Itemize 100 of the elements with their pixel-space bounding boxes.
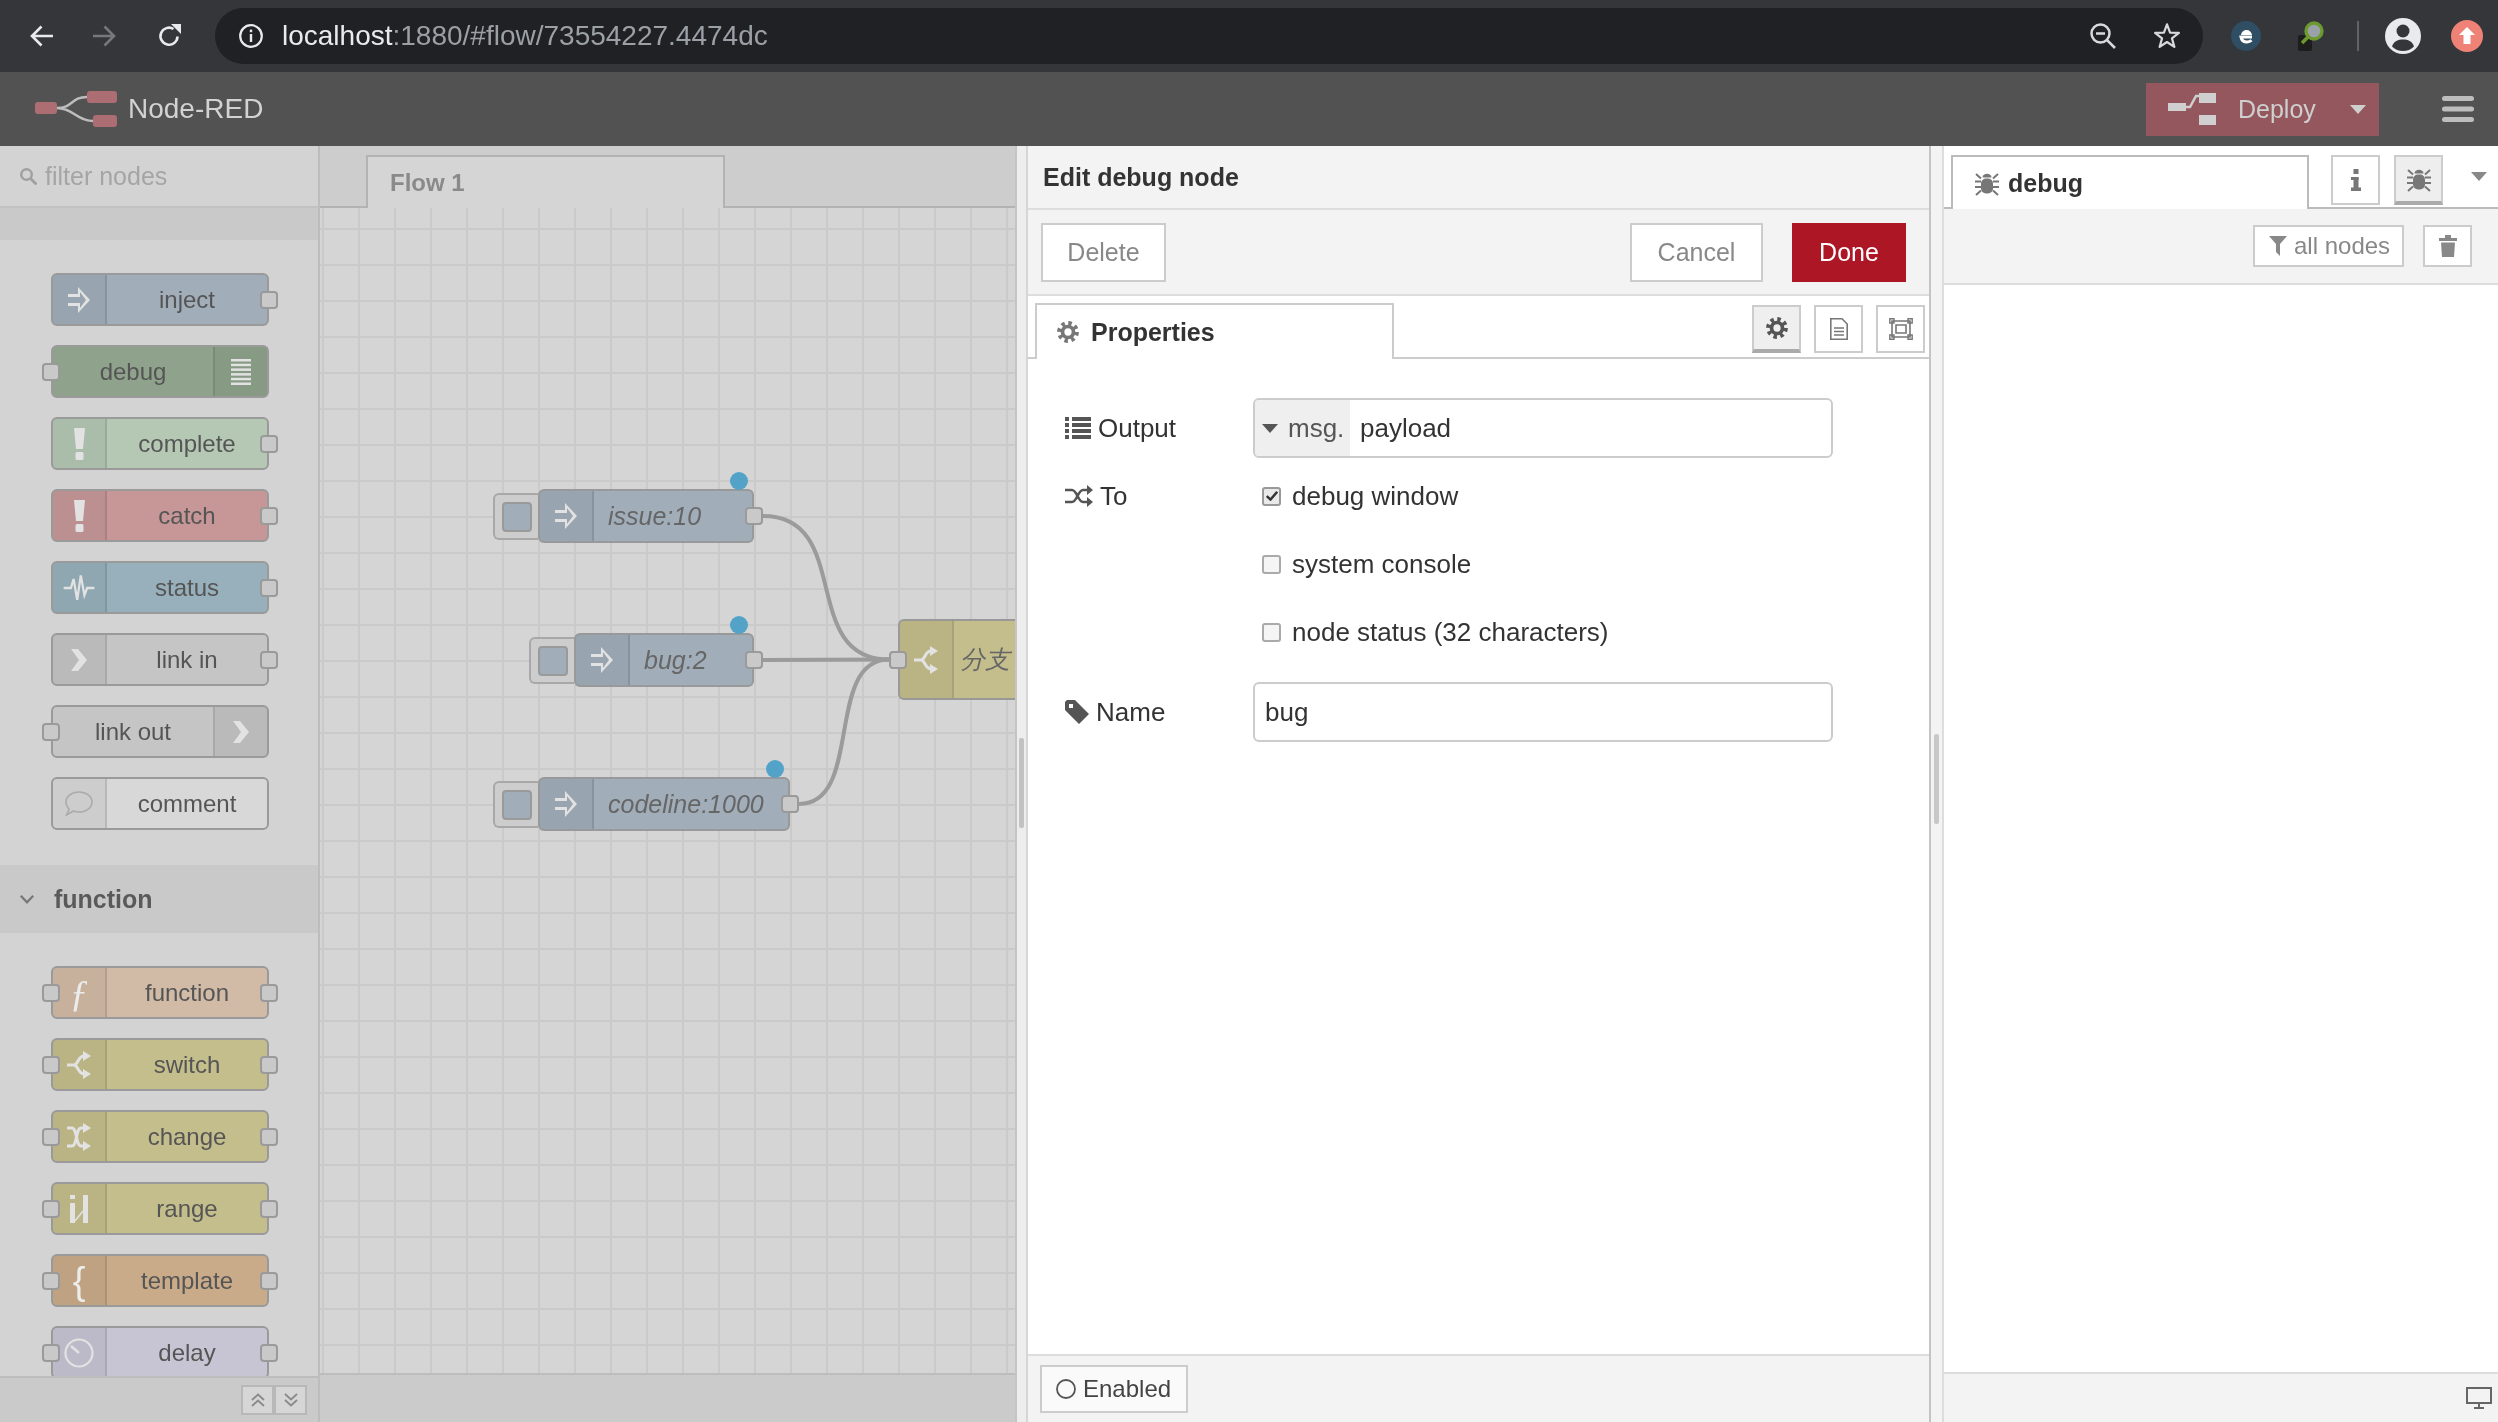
flow-node[interactable]: issue:10 bbox=[538, 489, 754, 543]
filter-icon bbox=[2269, 236, 2287, 256]
output-port[interactable] bbox=[260, 290, 278, 309]
input-port[interactable] bbox=[42, 1343, 60, 1362]
star-icon[interactable] bbox=[2154, 23, 2180, 49]
check-icon bbox=[1265, 491, 1278, 501]
checkbox[interactable] bbox=[1262, 554, 1281, 574]
app-title: Node-RED bbox=[128, 93, 264, 125]
sidebar-tab[interactable]: debug bbox=[1951, 155, 2309, 209]
menu-icon[interactable] bbox=[2442, 96, 2474, 122]
checkbox-label[interactable]: debug window bbox=[1292, 480, 1459, 512]
output-port[interactable] bbox=[260, 650, 278, 669]
palette-node[interactable]: range bbox=[51, 1182, 269, 1235]
checkbox-label[interactable]: system console bbox=[1292, 548, 1472, 580]
icon-tab[interactable] bbox=[1814, 305, 1863, 353]
icon-tab[interactable] bbox=[1876, 305, 1925, 353]
checkbox[interactable] bbox=[1262, 486, 1281, 506]
input-port[interactable] bbox=[42, 1127, 60, 1146]
input-port[interactable] bbox=[42, 1055, 60, 1074]
info-icon[interactable] bbox=[239, 24, 263, 48]
palette-node[interactable]: complete bbox=[51, 417, 269, 470]
splitter[interactable] bbox=[1015, 146, 1028, 1422]
input-port[interactable] bbox=[889, 650, 907, 669]
editor-tab[interactable]: Properties bbox=[1035, 303, 1394, 359]
up-arrow-circle-icon[interactable] bbox=[2451, 20, 2483, 52]
output-port[interactable] bbox=[260, 983, 278, 1002]
palette-node[interactable]: inject bbox=[51, 273, 269, 326]
frame-icon bbox=[1888, 318, 1913, 340]
input-port[interactable] bbox=[42, 362, 60, 381]
caret-icon[interactable] bbox=[2471, 172, 2487, 181]
reload-icon[interactable] bbox=[157, 24, 181, 48]
magnifier-icon[interactable] bbox=[2298, 21, 2324, 51]
typed-input-field[interactable]: msg. payload bbox=[1253, 398, 1833, 458]
output-port[interactable] bbox=[781, 795, 799, 813]
category-header[interactable]: function bbox=[0, 865, 318, 933]
inject-button[interactable] bbox=[493, 493, 538, 540]
monitor-icon[interactable] bbox=[2466, 1387, 2492, 1409]
output-port[interactable] bbox=[745, 507, 763, 525]
checkbox[interactable] bbox=[1262, 622, 1281, 642]
type-selector[interactable]: msg. bbox=[1255, 400, 1350, 456]
output-port[interactable] bbox=[260, 1127, 278, 1146]
arrow-icon bbox=[591, 647, 613, 673]
cancel-button[interactable]: Cancel bbox=[1630, 222, 1763, 282]
checkbox-label[interactable]: node status (32 characters) bbox=[1292, 616, 1609, 648]
flow-node[interactable]: codeline:1000 bbox=[538, 777, 790, 831]
input-port[interactable] bbox=[42, 1271, 60, 1290]
output-port[interactable] bbox=[260, 578, 278, 597]
expand-all-button[interactable] bbox=[274, 1385, 307, 1415]
output-port[interactable] bbox=[745, 651, 763, 669]
palette-node[interactable]: switch bbox=[51, 1038, 269, 1091]
inject-button[interactable] bbox=[529, 637, 574, 684]
name-field[interactable]: bug bbox=[1253, 682, 1833, 742]
icon-tab[interactable] bbox=[1752, 305, 1801, 353]
flow-node[interactable]: 分支 bbox=[898, 619, 1015, 700]
collapse-all-button[interactable] bbox=[241, 1385, 274, 1415]
palette-node[interactable]: link out bbox=[51, 705, 269, 758]
value-input[interactable]: payload bbox=[1350, 400, 1831, 456]
output-port[interactable] bbox=[260, 434, 278, 453]
enabled-toggle[interactable]: Enabled bbox=[1040, 1365, 1188, 1413]
clear-button[interactable] bbox=[2423, 225, 2472, 267]
chevron-right-icon bbox=[71, 648, 87, 671]
palette-node[interactable]: change bbox=[51, 1110, 269, 1163]
done-button[interactable]: Done bbox=[1792, 222, 1906, 282]
tag-icon bbox=[1065, 700, 1089, 724]
arrow-icon bbox=[555, 503, 577, 529]
connected-boxes-icon bbox=[2168, 93, 2216, 125]
inject-button[interactable] bbox=[493, 781, 538, 828]
output-port[interactable] bbox=[260, 1055, 278, 1074]
double-chevron-up-icon bbox=[250, 1393, 265, 1407]
zoom-out-icon[interactable] bbox=[2090, 23, 2116, 49]
back-arrow-icon[interactable] bbox=[29, 25, 53, 47]
input-port[interactable] bbox=[42, 1199, 60, 1218]
flow-tab[interactable]: Flow 1 bbox=[366, 155, 725, 208]
palette-node[interactable]: link in bbox=[51, 633, 269, 686]
palette-node[interactable]: catch bbox=[51, 489, 269, 542]
avatar-icon[interactable] bbox=[2385, 18, 2421, 54]
flow-node[interactable]: bug:2 bbox=[574, 633, 754, 687]
timer-icon bbox=[64, 1337, 94, 1368]
output-port[interactable] bbox=[260, 1271, 278, 1290]
delete-button[interactable]: Delete bbox=[1041, 222, 1166, 282]
round-badge-icon[interactable] bbox=[2231, 21, 2261, 51]
palette-node[interactable]: status bbox=[51, 561, 269, 614]
lines-icon bbox=[231, 358, 251, 385]
palette-node[interactable]: debug bbox=[51, 345, 269, 398]
caret-icon bbox=[2349, 104, 2366, 114]
field-label: Output bbox=[1098, 412, 1177, 444]
circle-icon bbox=[1056, 1379, 1076, 1399]
icon-tab[interactable] bbox=[2331, 155, 2380, 205]
output-port[interactable] bbox=[260, 1199, 278, 1218]
palette-node[interactable]: comment bbox=[51, 777, 269, 830]
input-port[interactable] bbox=[42, 722, 60, 741]
address-bar[interactable]: localhost:1880/#flow/73554227.4474dc bbox=[215, 8, 2203, 64]
gear-icon bbox=[1057, 321, 1079, 343]
icon-tab[interactable] bbox=[2394, 155, 2443, 205]
input-port[interactable] bbox=[42, 983, 60, 1002]
output-port[interactable] bbox=[260, 1343, 278, 1362]
filter-button[interactable]: all nodes bbox=[2253, 225, 2404, 267]
palette-node[interactable]: delay bbox=[51, 1326, 269, 1376]
speech-bubble-icon bbox=[65, 791, 93, 816]
output-port[interactable] bbox=[260, 506, 278, 525]
